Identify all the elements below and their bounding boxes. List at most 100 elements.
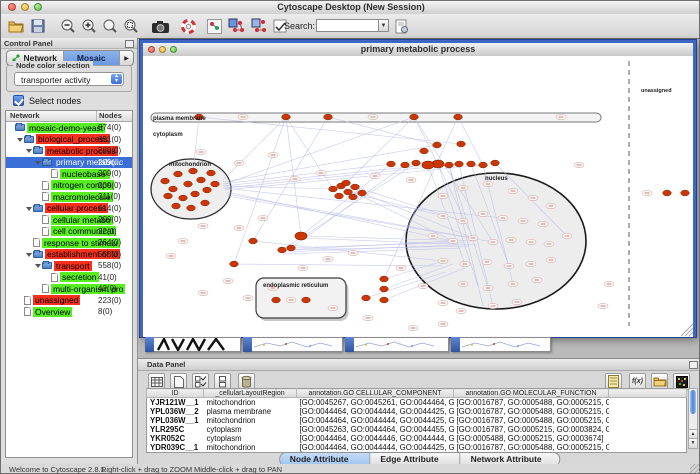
table-cell[interactable]: [GO:0045267, GO:0045261, GO:0044464, G..… — [297, 398, 454, 408]
network-node[interactable] — [410, 114, 419, 120]
network-node[interactable] — [174, 171, 183, 177]
search-input[interactable] — [316, 19, 380, 32]
search-dropdown-button[interactable]: ▼ — [378, 19, 389, 32]
table-column-header[interactable]: _cellularLayoutRegion — [204, 389, 297, 398]
expander-icon[interactable] — [35, 262, 42, 269]
open-file-icon[interactable] — [7, 17, 25, 35]
minimized-window-strip[interactable] — [243, 337, 343, 352]
table-cell[interactable]: [GO:0016787, GO:0005488, GO:0005215, G..… — [454, 416, 609, 425]
zoom-fit-icon[interactable] — [101, 17, 119, 35]
data-panel-float-icon[interactable] — [689, 361, 698, 369]
network-node[interactable] — [207, 170, 216, 176]
expander-icon[interactable] — [26, 205, 33, 212]
expander-icon[interactable] — [26, 251, 33, 258]
network-node[interactable] — [335, 193, 344, 199]
network-node[interactable] — [179, 195, 188, 201]
network-node[interactable] — [189, 168, 198, 174]
network-node[interactable] — [457, 141, 466, 147]
table-row[interactable]: YLR295Ccytoplasm[GO:0045263, GO:0044464,… — [147, 425, 687, 434]
network-node[interactable] — [479, 162, 488, 168]
canvas-resize-grip[interactable] — [689, 332, 693, 336]
network-node[interactable] — [197, 177, 206, 183]
table-cell[interactable]: [GO:0016787, GO:0005488, GO:0005215, G..… — [454, 398, 609, 408]
tree-row[interactable]: metabolic process280(0) — [6, 145, 132, 157]
tree-row[interactable]: unassigned223(0) — [6, 295, 132, 307]
table-cell[interactable]: plasma membrane — [204, 407, 297, 416]
snapshot-camera-icon[interactable] — [151, 17, 169, 35]
table-cell[interactable]: YLR295C — [147, 425, 204, 434]
table-cell[interactable]: [GO:0045263, GO:0044464, GO:0044455, G..… — [297, 425, 454, 434]
filter-icon[interactable] — [250, 17, 268, 35]
minimized-window-strip[interactable] — [451, 337, 551, 352]
node-color-dropdown[interactable]: transporter activity ▲▼ — [14, 72, 124, 86]
tree-row[interactable]: cellular process614(0) — [6, 203, 132, 215]
network-node[interactable] — [302, 297, 311, 303]
table-cell[interactable]: [GO:0044464, GO:0044446, GO:0044444, G..… — [297, 434, 454, 443]
resize-grip[interactable] — [690, 464, 699, 473]
network-node[interactable] — [344, 189, 353, 195]
minimized-window-strip[interactable] — [145, 337, 241, 352]
expander-icon[interactable] — [26, 147, 33, 154]
network-node[interactable] — [362, 295, 371, 301]
zoom-selected-icon[interactable] — [122, 17, 140, 35]
tree-row[interactable]: mosaic-demo-yeast874(0) — [6, 122, 132, 134]
network-node[interactable] — [387, 161, 396, 167]
zoom-out-icon[interactable] — [59, 17, 77, 35]
network-node[interactable] — [358, 190, 367, 196]
tree-row[interactable]: primary metabolic209(... — [6, 157, 132, 169]
table-cell[interactable]: [GO:0005488, GO:0005215, GO:0003674] — [454, 434, 609, 443]
tree-col-nodes[interactable]: Nodes — [97, 111, 132, 121]
network-node[interactable] — [161, 178, 170, 184]
tree-row[interactable]: cellular metabo209(0) — [6, 214, 132, 226]
network-node[interactable] — [172, 203, 181, 209]
table-column-header[interactable]: annotation.GO CELLULAR_COMPONENT — [297, 389, 454, 398]
network-node[interactable] — [249, 238, 258, 244]
network-node[interactable] — [272, 297, 281, 303]
network-node[interactable] — [169, 186, 178, 192]
attribute-table[interactable]: ID_cellularLayoutRegionannotation.GO CEL… — [146, 388, 687, 453]
network-node[interactable] — [681, 190, 690, 196]
table-cell[interactable]: mitochondrion — [204, 398, 297, 408]
network-node[interactable] — [201, 200, 210, 206]
network-edge[interactable] — [223, 164, 391, 184]
table-scrollbar[interactable]: ▲ ▼ — [688, 388, 698, 449]
network-node[interactable] — [203, 187, 212, 193]
table-cell[interactable]: YJR121W__1 — [147, 398, 204, 408]
table-cell[interactable]: YPL036W__2 — [147, 407, 204, 416]
network-edge[interactable] — [223, 117, 286, 180]
network-node[interactable] — [164, 193, 173, 199]
tree-row[interactable]: multi-organism pro42(0) — [6, 283, 132, 295]
expander-icon[interactable] — [35, 159, 42, 166]
network-node[interactable] — [663, 190, 672, 196]
network-canvas[interactable]: plasma membranecytoplasmmitochondrionnuc… — [143, 56, 693, 337]
table-row[interactable]: YPL036W__2plasma membrane[GO:0044464, GO… — [147, 407, 687, 416]
network-node[interactable] — [380, 286, 389, 292]
network-node[interactable] — [380, 276, 389, 282]
expander-icon[interactable] — [17, 136, 24, 143]
network-node[interactable] — [380, 297, 389, 303]
table-row[interactable]: YKR052Ccytoplasm[GO:0044464, GO:0044446,… — [147, 434, 687, 443]
network-node[interactable] — [211, 181, 220, 187]
scrollbar-thumb[interactable] — [690, 390, 696, 414]
zoom-in-icon[interactable] — [80, 17, 98, 35]
network-node[interactable] — [420, 148, 429, 154]
tree-row[interactable]: cell communicat22(0) — [6, 226, 132, 238]
table-cell[interactable]: mitochondrion — [204, 416, 297, 425]
network-node[interactable] — [467, 161, 476, 167]
network-node[interactable] — [187, 205, 196, 211]
table-cell[interactable]: YPL036W__1 — [147, 416, 204, 425]
network-node[interactable] — [455, 161, 464, 167]
table-cell[interactable]: YKR052C — [147, 434, 204, 443]
canvas-resize-grip[interactable] — [685, 328, 693, 336]
table-cell[interactable]: [GO:0044464, GO:0044444, GO:0044425, G..… — [297, 407, 454, 416]
tree-row[interactable]: macromolecule311(0) — [6, 191, 132, 203]
network-node[interactable] — [324, 114, 333, 120]
network-window-titlebar[interactable]: primary metabolic process — [143, 43, 693, 57]
help-lifering-icon[interactable] — [179, 17, 197, 35]
network-node[interactable] — [401, 162, 410, 168]
tree-row[interactable]: Overview8(0) — [6, 306, 132, 318]
table-column-header[interactable]: ID — [147, 389, 204, 398]
network-node[interactable] — [491, 160, 500, 166]
tree-row[interactable]: nitrogen compo209(0) — [6, 180, 132, 192]
tab-overflow-arrow[interactable]: ▶ — [120, 51, 133, 65]
